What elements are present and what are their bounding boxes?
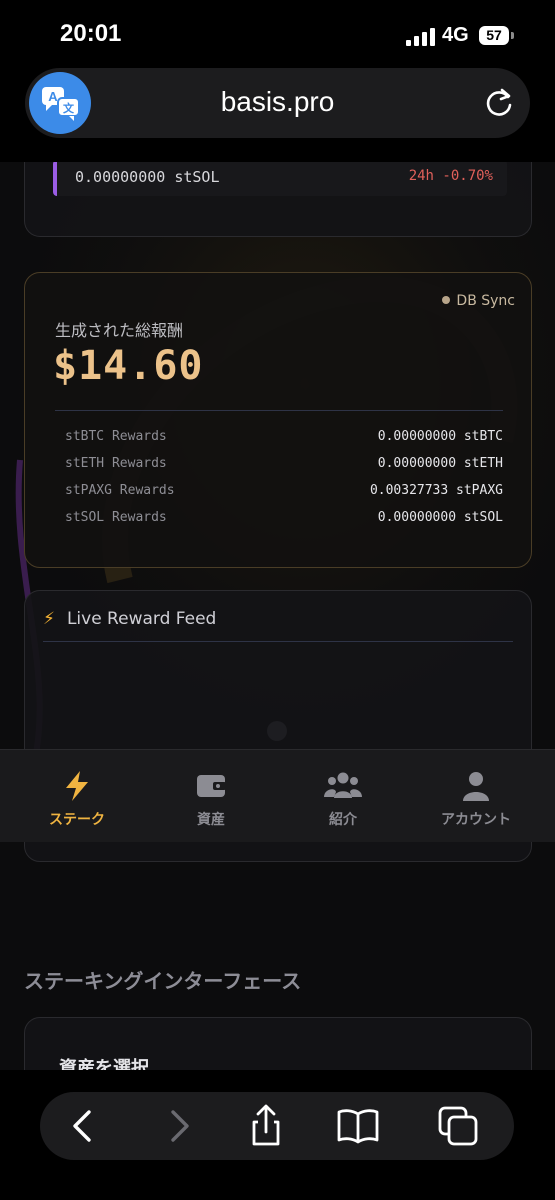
tab-label: 紹介 bbox=[329, 812, 357, 828]
rewards-total: $14.60 bbox=[53, 343, 204, 389]
bottom-tab-bar: ステーク 資産 紹介 アカウント bbox=[0, 749, 555, 842]
browser-bottom-toolbar bbox=[0, 1070, 555, 1200]
reward-value: 0.00000000 stSOL bbox=[377, 510, 503, 525]
wallet-icon bbox=[197, 775, 226, 797]
status-dot-icon bbox=[442, 296, 451, 304]
status-time: 20:01 bbox=[60, 20, 122, 47]
tab-assets[interactable]: 資産 bbox=[142, 750, 280, 842]
divider bbox=[55, 410, 503, 411]
address-bar[interactable]: A 文 basis.pro bbox=[25, 68, 530, 138]
rewards-title: 生成された総報酬 bbox=[55, 321, 184, 340]
db-sync-label: DB Sync bbox=[456, 293, 515, 309]
bookmarks-icon[interactable] bbox=[336, 1104, 380, 1148]
reward-row: stPAXG Rewards 0.00327733 stPAXG bbox=[65, 477, 503, 504]
users-icon bbox=[324, 772, 362, 798]
reward-label: stPAXG Rewards bbox=[65, 483, 175, 498]
reward-row: stBTC Rewards 0.00000000 stBTC bbox=[65, 423, 503, 450]
section-title: ステーキングインターフェース bbox=[24, 969, 302, 993]
tabs-icon[interactable] bbox=[436, 1104, 480, 1148]
reward-label: stSOL Rewards bbox=[65, 510, 167, 525]
network-type: 4G bbox=[442, 24, 469, 46]
cellular-signal-icon bbox=[406, 28, 436, 46]
tab-label: 資産 bbox=[197, 812, 225, 828]
db-sync-status: DB Sync bbox=[442, 293, 515, 309]
rewards-card: DB Sync 生成された総報酬 $14.60 stBTC Rewards 0.… bbox=[24, 272, 532, 568]
reward-value: 0.00327733 stPAXG bbox=[369, 483, 503, 498]
reward-label: stBTC Rewards bbox=[65, 429, 167, 444]
feed-title: Live Reward Feed bbox=[66, 609, 217, 629]
tab-account[interactable]: アカウント bbox=[407, 750, 545, 842]
toolbar-pill bbox=[40, 1092, 514, 1160]
reward-label: stETH Rewards bbox=[65, 456, 167, 471]
reload-icon[interactable] bbox=[482, 86, 516, 120]
battery-icon: 57 bbox=[479, 26, 514, 45]
reward-value: 0.00000000 stETH bbox=[377, 456, 503, 471]
divider bbox=[43, 641, 513, 642]
feed-header: ⚡ Live Reward Feed bbox=[43, 609, 216, 629]
asset-amount: 0.00000000 stSOL bbox=[75, 168, 220, 186]
loading-indicator bbox=[267, 721, 287, 741]
browser-top-bar: A 文 basis.pro bbox=[0, 60, 555, 162]
bolt-icon: ⚡ bbox=[43, 609, 55, 629]
tab-stake[interactable]: ステーク bbox=[8, 750, 146, 842]
account-icon bbox=[463, 772, 489, 801]
reward-row: stETH Rewards 0.00000000 stETH bbox=[65, 450, 503, 477]
asset-row-stsol[interactable]: 0.00000000 stSOL 24h -0.70% bbox=[53, 160, 507, 196]
reward-row: stSOL Rewards 0.00000000 stSOL bbox=[65, 504, 503, 531]
back-icon[interactable] bbox=[62, 1104, 106, 1148]
tab-referral[interactable]: 紹介 bbox=[274, 750, 412, 842]
tab-label: アカウント bbox=[441, 812, 511, 828]
share-icon[interactable] bbox=[244, 1104, 288, 1148]
bolt-icon bbox=[66, 771, 88, 801]
page: 20:01 4G 57 0.00000000 stSOL 24h -0.70% … bbox=[0, 0, 555, 1200]
tab-label: ステーク bbox=[49, 812, 105, 828]
rewards-list: stBTC Rewards 0.00000000 stBTC stETH Rew… bbox=[65, 423, 503, 531]
asset-24h-change: 24h -0.70% bbox=[408, 168, 493, 184]
reward-value: 0.00000000 stBTC bbox=[377, 429, 503, 444]
forward-icon[interactable] bbox=[156, 1104, 200, 1148]
url-text: basis.pro bbox=[220, 86, 335, 117]
